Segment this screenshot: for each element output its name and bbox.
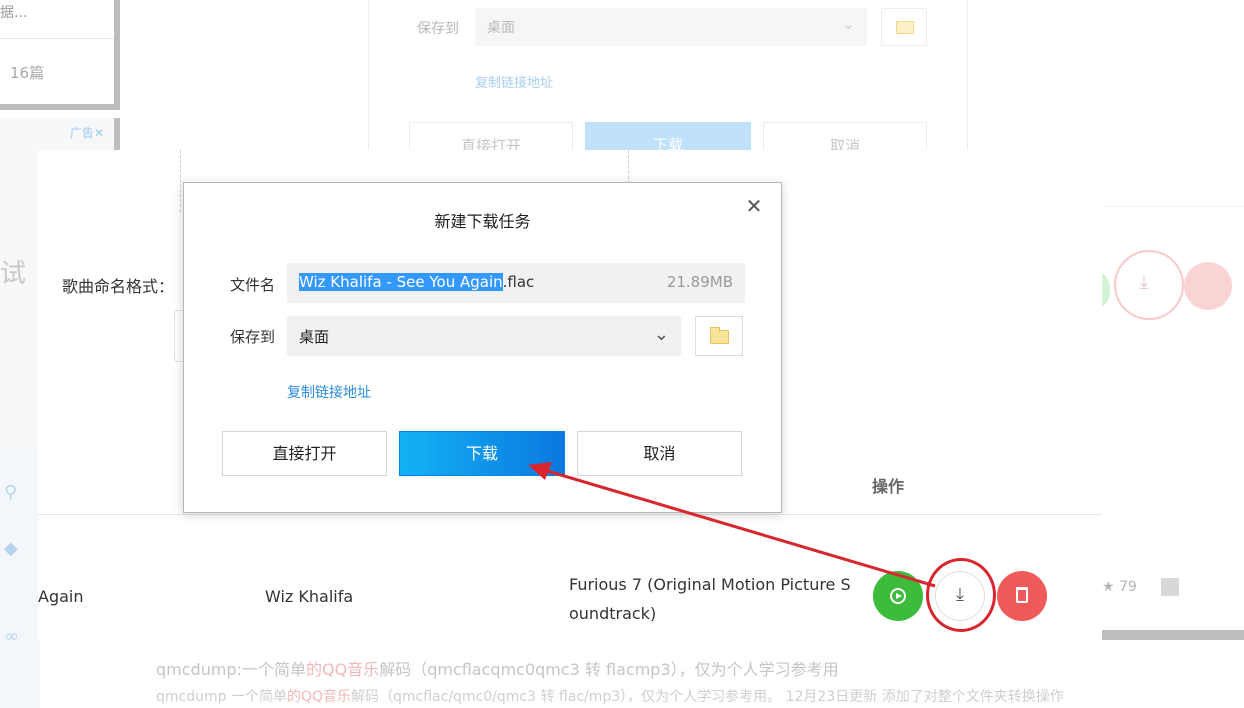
bg-right-strip: ⤓ ★ 79 — [1092, 206, 1244, 642]
close-icon[interactable]: ✕ — [743, 195, 765, 217]
star-count: 79 — [1119, 579, 1137, 595]
bg-open-button: 直接打开 — [409, 122, 573, 155]
bg-scrollbar[interactable] — [1102, 630, 1244, 640]
bg-left-strip: ⚲ ◆ ∞ — [0, 448, 40, 708]
download-icon: ⤓ — [1140, 272, 1148, 293]
bg-left-card-text: 据... — [0, 5, 28, 21]
bg-left-card: 据... 16篇 — [0, 0, 120, 110]
dashed-divider — [628, 150, 629, 184]
bg-divider — [0, 38, 114, 39]
annotation-circle — [926, 558, 996, 632]
dialog-title: 新建下载任务 — [434, 212, 531, 231]
bg-copy-link: 复制链接地址 — [475, 76, 554, 91]
chevron-down-icon: ⌄ — [841, 14, 855, 33]
download-button-primary[interactable]: 下载 — [399, 431, 565, 476]
ops-column-header: 操作 — [872, 477, 905, 496]
bg-ad-label[interactable]: 广告✕ — [70, 124, 104, 141]
bg-article-title[interactable]: qmcdump:一个简单的QQ音乐解码（qmcflacqmc0qmc3 转 fl… — [156, 656, 1064, 680]
star-icon[interactable]: ★ — [1102, 579, 1115, 595]
save-location-label: 保存到 — [230, 328, 276, 346]
trash-icon — [1016, 587, 1028, 603]
bg-delete-button — [1184, 262, 1232, 310]
bg-download-button: 下载 — [585, 122, 751, 154]
browse-folder-button[interactable] — [695, 316, 743, 356]
bg-download-highlight: ⤓ — [1114, 250, 1184, 320]
open-directly-button[interactable]: 直接打开 — [222, 431, 387, 476]
play-icon — [890, 588, 906, 604]
name-format-label: 歌曲命名格式： — [62, 277, 175, 296]
bg-article-desc: qmcdump 一个简单的QQ音乐解码（qmcflac/qmc0/qmc3 转 … — [156, 689, 1064, 705]
bg-cancel-button: 取消 — [763, 122, 927, 155]
save-location-value: 桌面 — [299, 328, 330, 346]
filename-input[interactable]: Wiz Khalifa - See You Again.flac 21.89MB — [287, 263, 745, 303]
save-location-select[interactable]: 桌面 ⌄ — [287, 316, 681, 356]
bg-save-select: 桌面 ⌄ — [475, 8, 867, 46]
filename-extension: .flac — [502, 273, 535, 291]
song-title-cell: Again — [38, 587, 84, 606]
bg-ad-text: 试 — [0, 259, 27, 289]
bg-download-dialog: 保存到 桌面 ⌄ 复制链接地址 直接打开 下载 取消 — [368, 0, 968, 155]
filename-selection: Wiz Khalifa - See You Again — [299, 273, 503, 291]
table-divider — [38, 514, 1102, 515]
bg-save-label: 保存到 — [417, 21, 459, 37]
link-icon: ∞ — [4, 626, 19, 647]
user-icon: ⚲ — [4, 482, 18, 503]
dashed-divider — [180, 150, 181, 212]
new-download-dialog: 新建下载任务 ✕ 文件名 Wiz Khalifa - See You Again… — [183, 182, 782, 513]
folder-icon — [896, 21, 914, 34]
filename-label: 文件名 — [230, 276, 276, 294]
bg-article-snippet: qmcdump:一个简单的QQ音乐解码（qmcflacqmc0qmc3 转 fl… — [156, 656, 1064, 706]
copy-link-address[interactable]: 复制链接地址 — [287, 382, 371, 402]
chevron-down-icon: ⌄ — [653, 324, 669, 345]
bg-left-card-count: 16篇 — [10, 64, 45, 82]
bg-folder-button — [881, 8, 927, 46]
file-size: 21.89MB — [666, 273, 733, 291]
delete-button[interactable] — [997, 571, 1047, 621]
album-cell: Furious 7 (Original Motion Picture Sound… — [569, 575, 851, 623]
artist-cell: Wiz Khalifa — [265, 587, 354, 606]
shield-icon: ◆ — [4, 538, 18, 559]
cancel-button[interactable]: 取消 — [577, 431, 742, 476]
folder-icon — [710, 327, 729, 344]
bg-stats: ★ 79 — [1102, 578, 1180, 596]
play-button[interactable] — [873, 571, 923, 621]
favorite-icon[interactable] — [1161, 578, 1180, 596]
